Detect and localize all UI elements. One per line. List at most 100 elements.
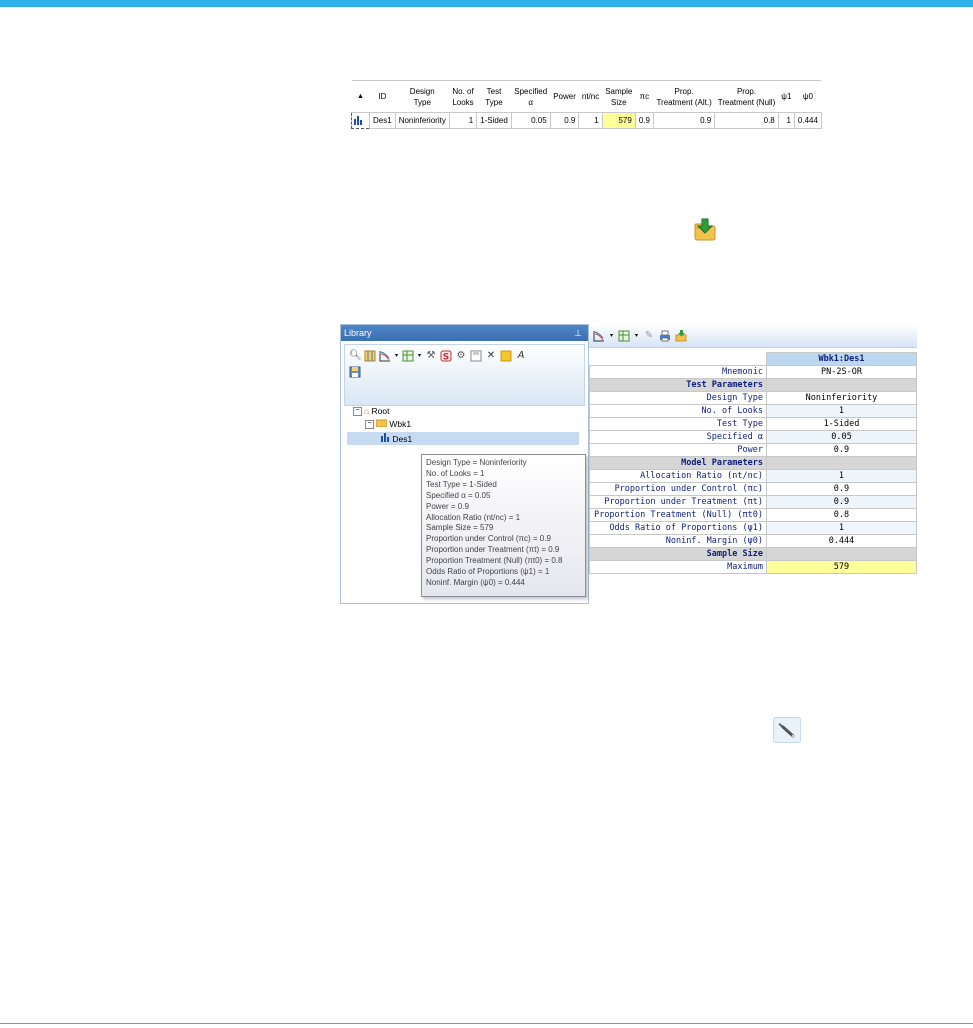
cell-prop-alt: 0.9 [652, 112, 716, 129]
grid-icon[interactable] [402, 350, 414, 362]
bar-chart-icon [380, 433, 390, 444]
table-row: Odds Ratio of Proportions (ψ1) 1 [589, 521, 918, 535]
print-icon[interactable] [659, 330, 671, 342]
column-header-design: Wbk1:Des1 [765, 352, 918, 366]
row-value: 0.05 [765, 430, 918, 444]
chart-icon[interactable] [379, 350, 391, 362]
row-label: Proportion Treatment (Null) (πt0) [589, 508, 767, 522]
col-header-psi1[interactable]: ψ1 [778, 80, 795, 113]
col-header-test-type[interactable]: Test Type [476, 80, 512, 113]
design-details-table: Wbk1:Des1 Mnemonic PN-2S-OR Test Paramet… [589, 352, 918, 574]
col-header-alpha[interactable]: Specified α [511, 80, 551, 113]
col-header-psi0[interactable]: ψ0 [794, 80, 822, 113]
col-header-ratio[interactable]: nt/nc [578, 80, 603, 113]
tooltip-line: No. of Looks = 1 [426, 468, 485, 478]
top-accent-bar [0, 0, 973, 7]
magnify-icon[interactable]: 🔍︎ [349, 350, 362, 362]
tooltip-line: Allocation Ratio (nt/nc) = 1 [426, 512, 521, 522]
tooltip-line: Specified α = 0.05 [426, 490, 491, 500]
wrench-icon[interactable]: ⚒ [425, 350, 437, 362]
save-to-workbook-icon[interactable] [675, 329, 687, 342]
tooltip-line: Proportion under Treatment (πt) = 0.9 [426, 545, 560, 555]
save-icon[interactable] [470, 350, 482, 362]
grid-icon[interactable] [618, 330, 630, 342]
save-workbook-icon[interactable] [349, 366, 361, 378]
row-value: 0.9 [765, 495, 918, 509]
tree-node-design[interactable]: Des1 [347, 432, 579, 445]
table-row[interactable]: Des1 Noninferiority 1 1-Sided 0.05 0.9 1… [351, 112, 822, 129]
col-header-sample-size[interactable]: Sample Size [602, 80, 636, 113]
chevron-down-icon[interactable]: ▾ [417, 350, 422, 362]
tree-node-root[interactable]: − ⌂ Root [353, 405, 389, 418]
col-header-id[interactable]: ID [369, 80, 396, 113]
row-value: PN-2S-OR [765, 365, 918, 379]
row-label: Odds Ratio of Proportions (ψ1) [589, 521, 767, 535]
row-value: 1-Sided [765, 417, 918, 431]
tree-label-design: Des1 [392, 434, 413, 444]
pin-icon[interactable]: ⊥ [574, 325, 582, 341]
table-row: Proportion under Treatment (πt) 0.9 [589, 495, 918, 509]
edit-icon[interactable]: ✎ [643, 330, 655, 342]
close-icon[interactable]: ✕ [485, 350, 497, 362]
table-row: Test Type 1-Sided [589, 417, 918, 431]
note-icon[interactable] [500, 350, 512, 362]
row-label: Proportion under Treatment (πt) [589, 495, 767, 509]
sort-up-icon[interactable]: ▲ [351, 80, 370, 113]
cell-power: 0.9 [549, 112, 580, 129]
design-output-table: ▲ ID Design Type No. of Looks Test Type Spe… [351, 80, 822, 129]
row-value: 579 [765, 560, 918, 574]
row-label: Noninf. Margin (ψ0) [589, 534, 767, 548]
col-header-pic[interactable]: πc [635, 80, 654, 113]
row-value: 0.444 [765, 534, 918, 548]
table-header-row: ▲ ID Design Type No. of Looks Test Type Spe… [351, 80, 822, 113]
svg-text:S: S [443, 353, 449, 363]
chevron-down-icon[interactable]: ▾ [634, 330, 639, 342]
cell-looks: 1 [448, 112, 478, 129]
wrench-icon[interactable] [773, 717, 801, 747]
table-row: Specified α 0.05 [589, 430, 918, 444]
library-title: Library [344, 328, 372, 338]
col-header-prop-null[interactable]: Prop. Treatment (Null) [714, 80, 779, 113]
row-label: Power [589, 443, 767, 457]
font-color-icon[interactable]: A [515, 350, 527, 362]
cell-ratio: 1 [578, 112, 603, 129]
design-row-icon[interactable] [351, 112, 370, 129]
tooltip-line: Test Type = 1-Sided [426, 479, 497, 489]
chevron-down-icon[interactable]: ▾ [609, 330, 614, 342]
col-header-power[interactable]: Power [550, 80, 579, 113]
collapse-icon[interactable]: − [353, 407, 362, 417]
table-row: Wbk1:Des1 [589, 352, 918, 366]
design-details-pane: ▾ ▾ ✎ Wbk1:Des1 Mnemonic PN-2S-OR Test P… [589, 324, 918, 602]
library-title-bar: Library ⊥ [341, 325, 588, 341]
row-label: Proportion under Control (πc) [589, 482, 767, 496]
tree-label-workbook: Wbk1 [389, 419, 412, 429]
section-header: Model Parameters [589, 456, 918, 470]
collapse-icon[interactable]: − [365, 420, 374, 430]
chart-icon[interactable] [593, 330, 605, 342]
cell-pic: 0.9 [634, 112, 654, 129]
tree-node-workbook[interactable]: − Wbk1 [365, 418, 411, 431]
table-row: Proportion under Control (πc) 0.9 [589, 482, 918, 496]
table-row: Noninf. Margin (ψ0) 0.444 [589, 534, 918, 548]
row-label: Maximum [589, 560, 767, 574]
design-summary-tooltip: Design Type = Noninferiority No. of Look… [421, 454, 586, 597]
tooltip-line: Design Type = Noninferiority [426, 458, 527, 467]
row-value: 0.9 [765, 482, 918, 496]
table-row: No. of Looks 1 [589, 404, 918, 418]
tooltip-line: Odds Ratio of Proportions (ψ1) = 1 [426, 567, 550, 577]
save-to-workbook-icon[interactable] [692, 217, 718, 247]
cell-test-type: 1-Sided [476, 112, 512, 129]
col-header-looks[interactable]: No. of Looks [449, 80, 477, 113]
table-row: Proportion Treatment (Null) (πt0) 0.8 [589, 508, 918, 522]
col-header-design-type[interactable]: Design Type [395, 80, 450, 113]
table-icon[interactable] [364, 350, 376, 362]
tooltip-line: Proportion Treatment (Null) (πt0) = 0.8 [426, 556, 563, 566]
cell-psi1: 1 [777, 112, 795, 129]
gears-icon[interactable]: ⚙ [455, 350, 467, 362]
chevron-down-icon[interactable]: ▾ [394, 350, 399, 362]
col-header-prop-alt[interactable]: Prop. Treatment (Alt.) [653, 80, 715, 113]
row-label: Mnemonic [589, 365, 767, 379]
cell-sample-size: 579 [601, 112, 636, 129]
simulate-icon[interactable]: S [440, 350, 452, 363]
library-tree: − ⌂ Root − Wbk1 Des1 [341, 403, 588, 449]
